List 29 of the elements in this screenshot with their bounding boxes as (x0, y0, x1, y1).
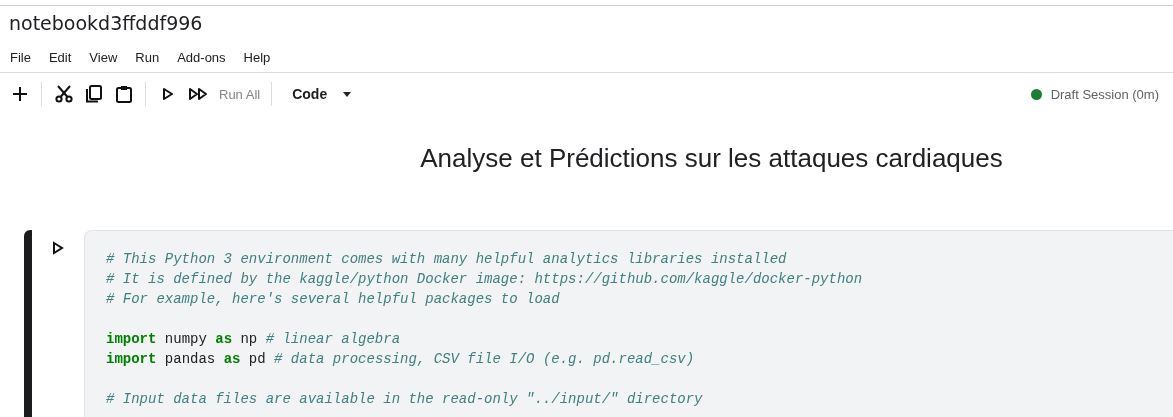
copy-icon (84, 84, 104, 104)
clipboard-button[interactable] (114, 84, 134, 104)
code-line: import pandas as pd # data processing, CSV file I/O (e.g. pd.read_csv) (106, 350, 696, 369)
code-line: # This Python 3 environment comes with many helpful analytics libraries installed (106, 250, 788, 269)
plus-icon (10, 84, 30, 104)
caret-icon (343, 91, 352, 97)
notebook-title[interactable]: notebookd3ffddf996 (0, 6, 203, 42)
scissors-button[interactable] (54, 84, 74, 104)
menu-item[interactable]: Add-ons (168, 47, 235, 72)
menu-item[interactable]: Help (234, 47, 280, 72)
menu-item[interactable]: View (80, 47, 127, 72)
run-all-button[interactable]: Run All (188, 84, 261, 104)
cell-type-dropdown[interactable]: Code (284, 86, 356, 102)
session-status: Draft Session (0m) (1050, 86, 1159, 102)
code-line: import numpy as np # linear algebra (106, 330, 402, 349)
menu-item[interactable]: File (1, 47, 40, 72)
code-line: # Input data files are available in the read-only "../input/" directory (106, 390, 704, 409)
code-line: # It is defined by the kaggle/python Docker image: https://github.com/kaggle/docker-python (106, 270, 864, 289)
plus-button[interactable] (10, 84, 30, 104)
status-dot (1030, 88, 1042, 100)
scissors-icon (54, 84, 74, 104)
code-cell[interactable] (84, 230, 1173, 417)
clipboard-icon (114, 84, 134, 104)
markdown-heading: Analyse et Prédictions sur les attaques cardiaques (419, 142, 1004, 175)
copy-button[interactable] (84, 84, 104, 104)
run-cell-icon[interactable] (52, 241, 64, 255)
menu-item[interactable]: Edit (39, 47, 81, 72)
code-line: # For example, here's several helpful packages to load (106, 290, 561, 309)
menu-item[interactable]: Run (126, 47, 169, 72)
